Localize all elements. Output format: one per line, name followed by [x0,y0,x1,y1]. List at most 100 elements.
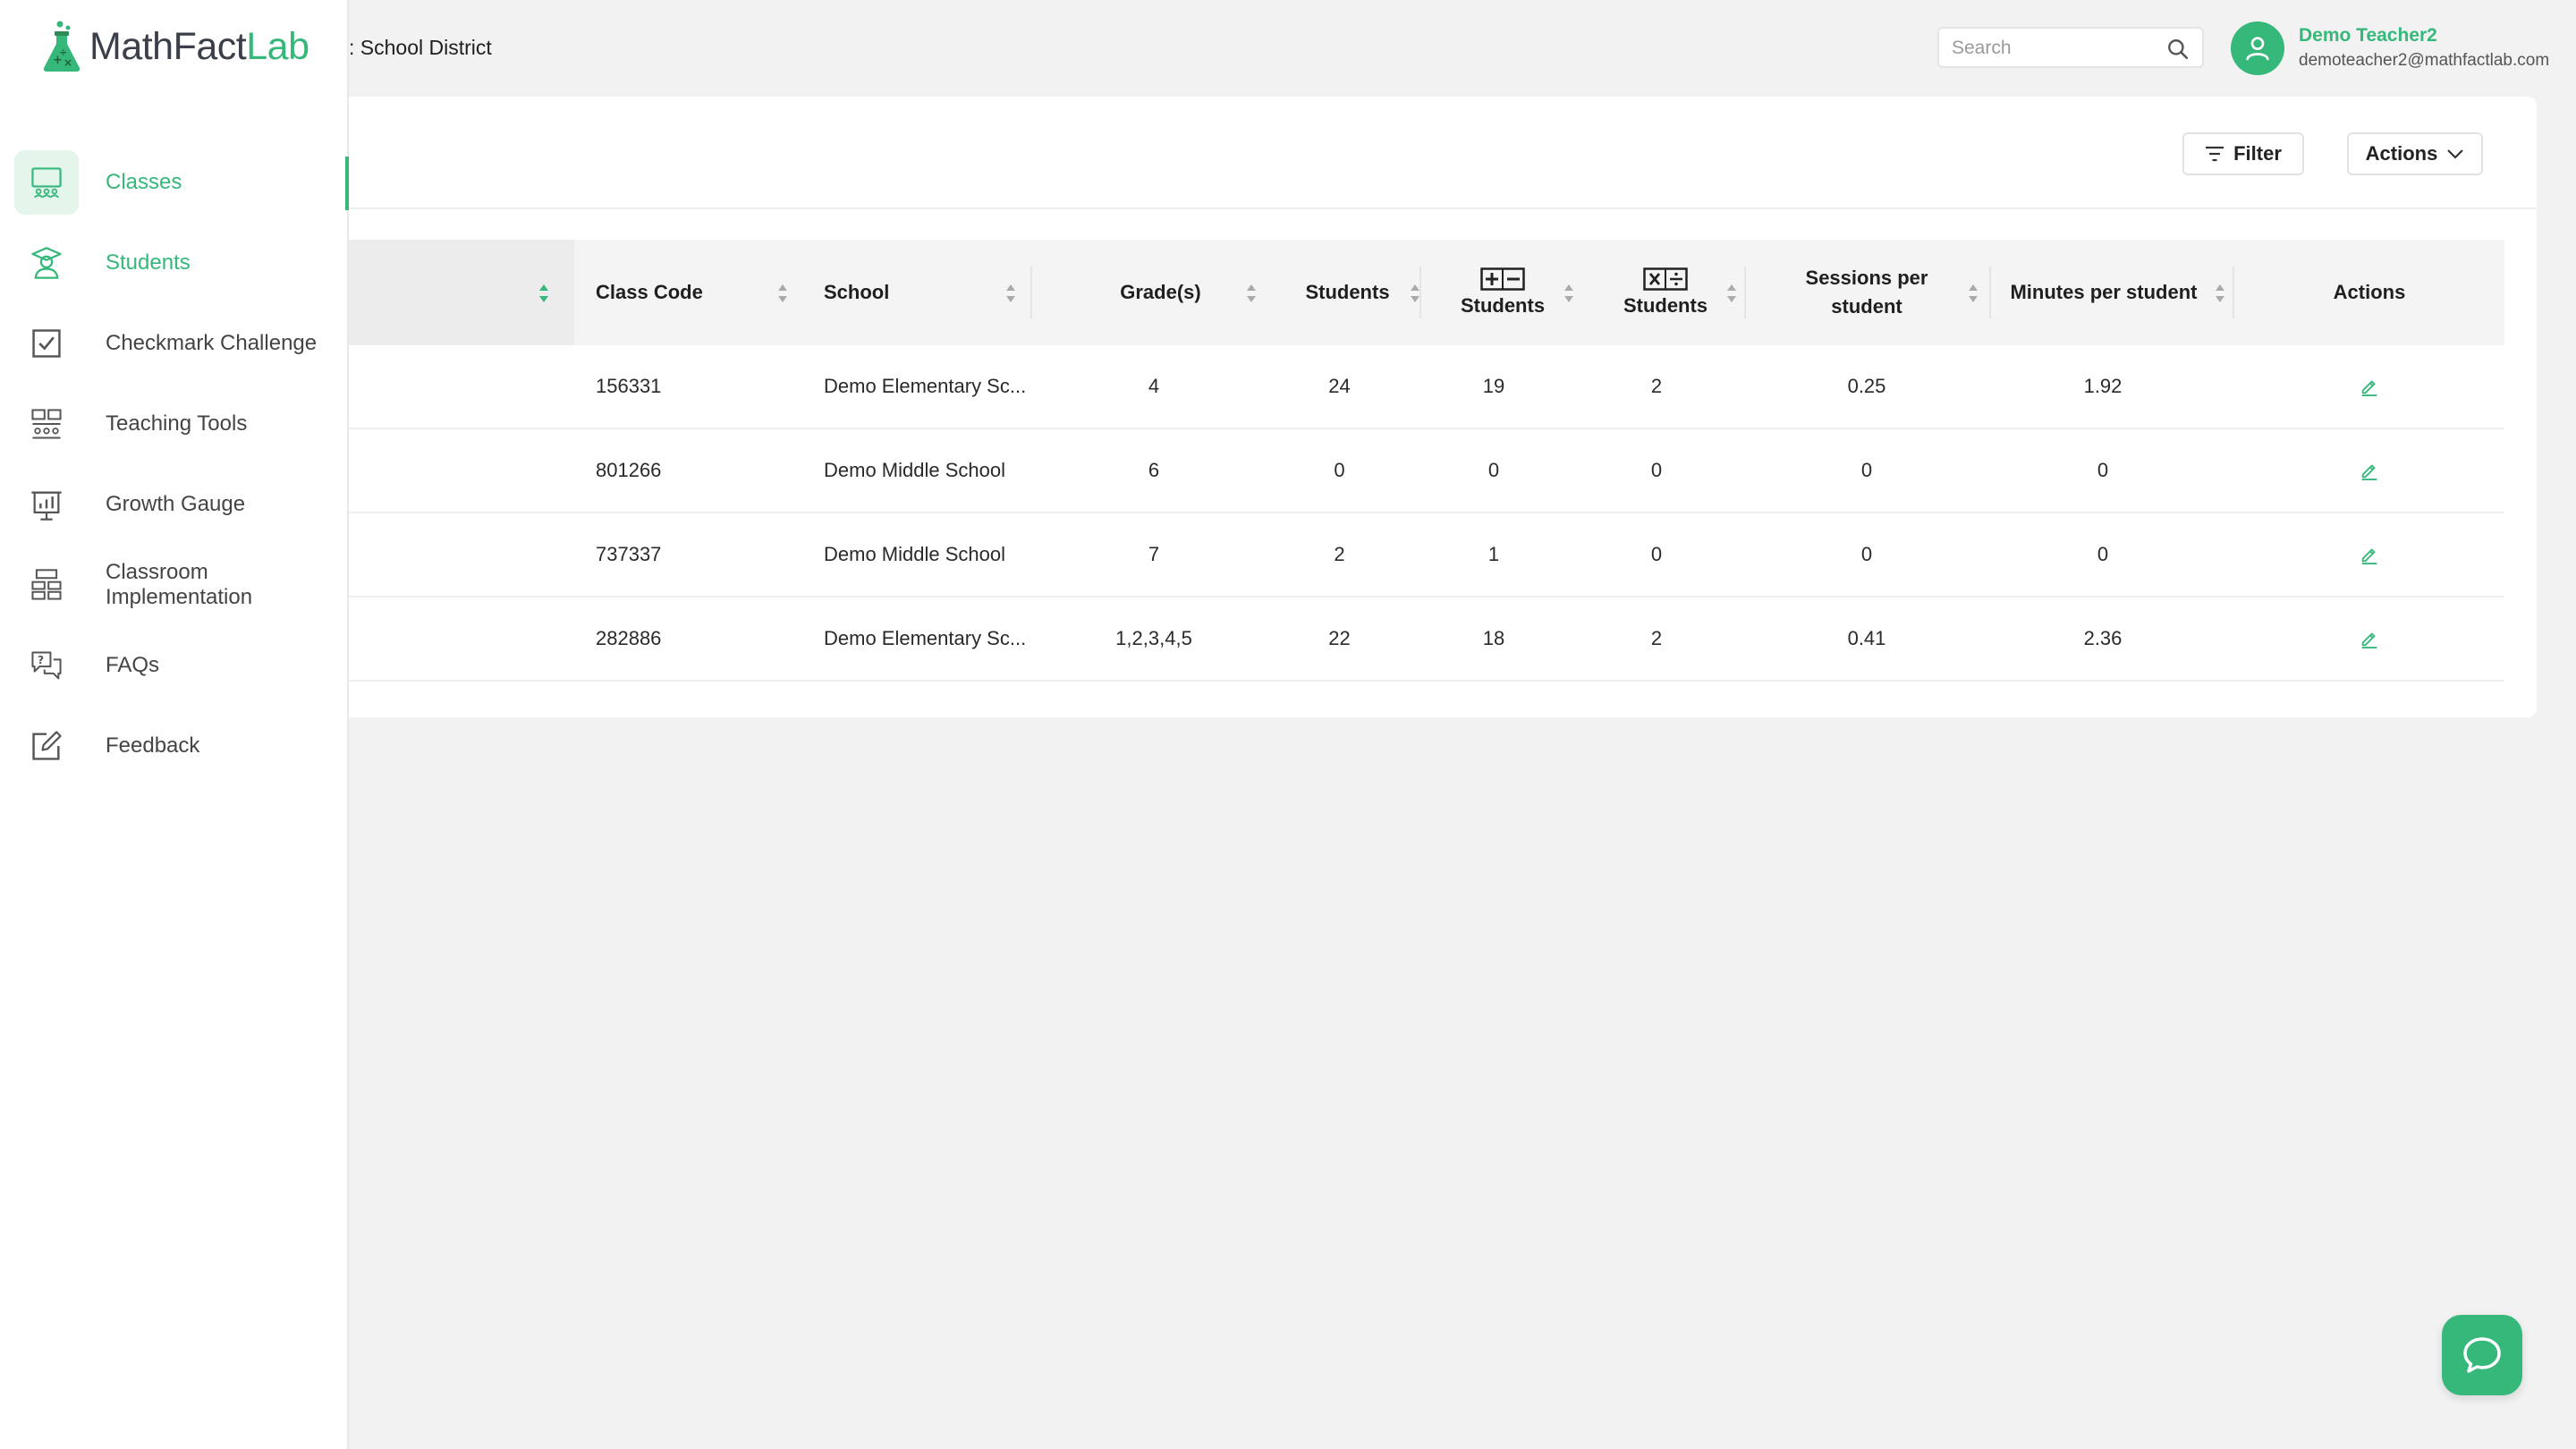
cell-actions [2234,597,2504,680]
nav-icon-wrap [14,311,79,376]
sidebar-item-label: Feedback [106,733,200,758]
cell-actions [2234,513,2504,596]
sidebar: + × ÷ MathFactLab Classes Students Checkma… [0,0,349,1449]
cell-students: 24 [1328,375,1351,397]
svg-text:?: ? [38,654,44,666]
column-header-minutes-per-student[interactable]: Minutes per student [1991,240,2234,345]
sidebar-item-students[interactable]: Students [14,230,349,296]
sort-icon[interactable] [1968,283,1979,304]
edit-pencil-icon[interactable] [2360,461,2379,480]
cell-sessions: 0 [1860,459,1873,481]
user-icon [2246,37,2269,61]
sort-icon[interactable] [1005,283,1016,304]
cell-minutes: 2.36 [2083,627,2123,649]
avatar[interactable] [2231,21,2284,75]
cell-students: 0 [1334,459,1345,481]
cell-minutes: 0 [2097,459,2109,481]
sort-active-icon[interactable] [538,283,549,304]
sidebar-item-checkmark-challenge[interactable]: Checkmark Challenge [14,310,349,377]
cell-actions [2234,429,2504,512]
classroom-desks-icon [31,569,62,600]
cell-add-sub: 19 [1482,375,1505,397]
sidebar-item-label: Students [106,250,191,275]
classes-card: Filter Actions Class Code School Grade(s… [134,97,2537,717]
table-row[interactable]: 156331 Demo Elementary Sc... 4 24 19 2 0.25 1.9… [134,345,2504,429]
help-chat-button[interactable] [2442,1315,2522,1395]
cell-mul-div: 2 [1650,627,1663,649]
plus-minus-icon [1480,267,1525,291]
svg-text:÷: ÷ [59,47,67,58]
sort-icon[interactable] [777,283,788,304]
table-row[interactable]: 801266 Demo Middle School 6 0 0 0 0 0 [134,429,2504,513]
cell-sessions: 0 [1860,543,1873,565]
cell-mul-div: 2 [1650,375,1663,397]
filter-button[interactable]: Filter [2182,132,2304,175]
sidebar-item-feedback[interactable]: Feedback [14,713,349,779]
cell-actions [2234,345,2504,428]
district-name: : School District [349,36,492,59]
search-icon[interactable] [2166,38,2190,61]
user-email: demoteacher2@mathfactlab.com [2299,51,2550,70]
column-header-students[interactable]: Students [1266,240,1429,345]
nav-icon-wrap [14,472,79,537]
search-box[interactable] [1937,27,2204,68]
sort-icon[interactable] [2215,283,2225,304]
cell-students: 2 [1334,543,1345,565]
app-logo[interactable]: + × ÷ MathFactLab [39,20,309,73]
table-row[interactable]: 282886 Demo Elementary Sc... 1,2,3,4,5 22 18… [134,597,2504,682]
sort-icon[interactable] [1726,283,1737,304]
minutes-header-label: Minutes per student [2010,281,2198,303]
cell-minutes: 0 [2097,543,2109,565]
sessions-header-line1: Sessions per [1805,267,1928,289]
classes-table: Class Code School Grade(s) Students Stud… [134,240,2504,682]
times-divide-icon [1643,267,1688,291]
active-indicator [345,157,349,210]
cell-class-code: 156331 [596,375,662,397]
column-header-add-sub-students[interactable]: Students [1422,240,1583,345]
actions-dropdown-button[interactable]: Actions [2347,132,2483,175]
feedback-edit-icon [32,731,62,760]
sidebar-item-label: Checkmark Challenge [106,331,318,355]
column-header-class-code[interactable]: Class Code [596,240,797,345]
cell-sessions: 0.41 [1847,627,1886,649]
flask-logo-icon: + × ÷ [43,21,80,72]
nav-icon-wrap [14,392,79,456]
column-header-mul-div-students[interactable]: Students [1585,240,1746,345]
edit-pencil-icon[interactable] [2360,629,2379,648]
sidebar-item-label: Classroom Implementation [106,560,253,609]
sidebar-item-label: Classes [106,170,182,194]
cell-grades: 4 [1148,375,1160,397]
sidebar-item-classes[interactable]: Classes [14,149,349,216]
sidebar-item-label: Growth Gauge [106,492,246,516]
sort-icon[interactable] [1563,283,1574,304]
logo-text: MathFactLab [89,25,309,69]
column-header-school[interactable]: School [824,240,1025,345]
column-header-sessions-per-student[interactable]: Sessions per student [1746,240,1987,345]
cell-mul-div: 0 [1650,459,1663,481]
teaching-tools-icon [31,409,62,439]
column-divider [1419,267,1421,318]
graduate-student-icon [31,247,62,279]
search-input[interactable] [1952,36,2157,61]
sidebar-item-faqs[interactable]: ? FAQs [14,632,349,699]
table-row[interactable]: 737337 Demo Middle School 7 2 1 0 0 0 [134,513,2504,597]
filter-icon [2206,146,2224,162]
sidebar-item-classroom-implementation[interactable]: Classroom Implementation [14,552,349,618]
cell-add-sub: 1 [1487,543,1500,565]
edit-pencil-icon[interactable] [2360,377,2379,396]
sidebar-item-teaching-tools[interactable]: Teaching Tools [14,391,349,457]
edit-pencil-icon[interactable] [2360,545,2379,564]
sidebar-item-label: Teaching Tools [106,411,248,436]
nav-icon-wrap [14,150,79,215]
cell-grades: 6 [1148,459,1160,481]
sort-icon[interactable] [1246,283,1257,304]
column-header-grades[interactable]: Grade(s) [1055,240,1266,345]
user-name[interactable]: Demo Teacher2 [2299,25,2437,47]
sidebar-item-growth-gauge[interactable]: Growth Gauge [14,471,349,538]
cell-add-sub: 0 [1487,459,1500,481]
nav-icon-wrap: ? [14,633,79,698]
cell-class-code: 737337 [596,543,662,565]
column-divider [1030,267,1032,318]
school-header-label: School [824,281,890,303]
cell-sessions: 0.25 [1847,375,1886,397]
